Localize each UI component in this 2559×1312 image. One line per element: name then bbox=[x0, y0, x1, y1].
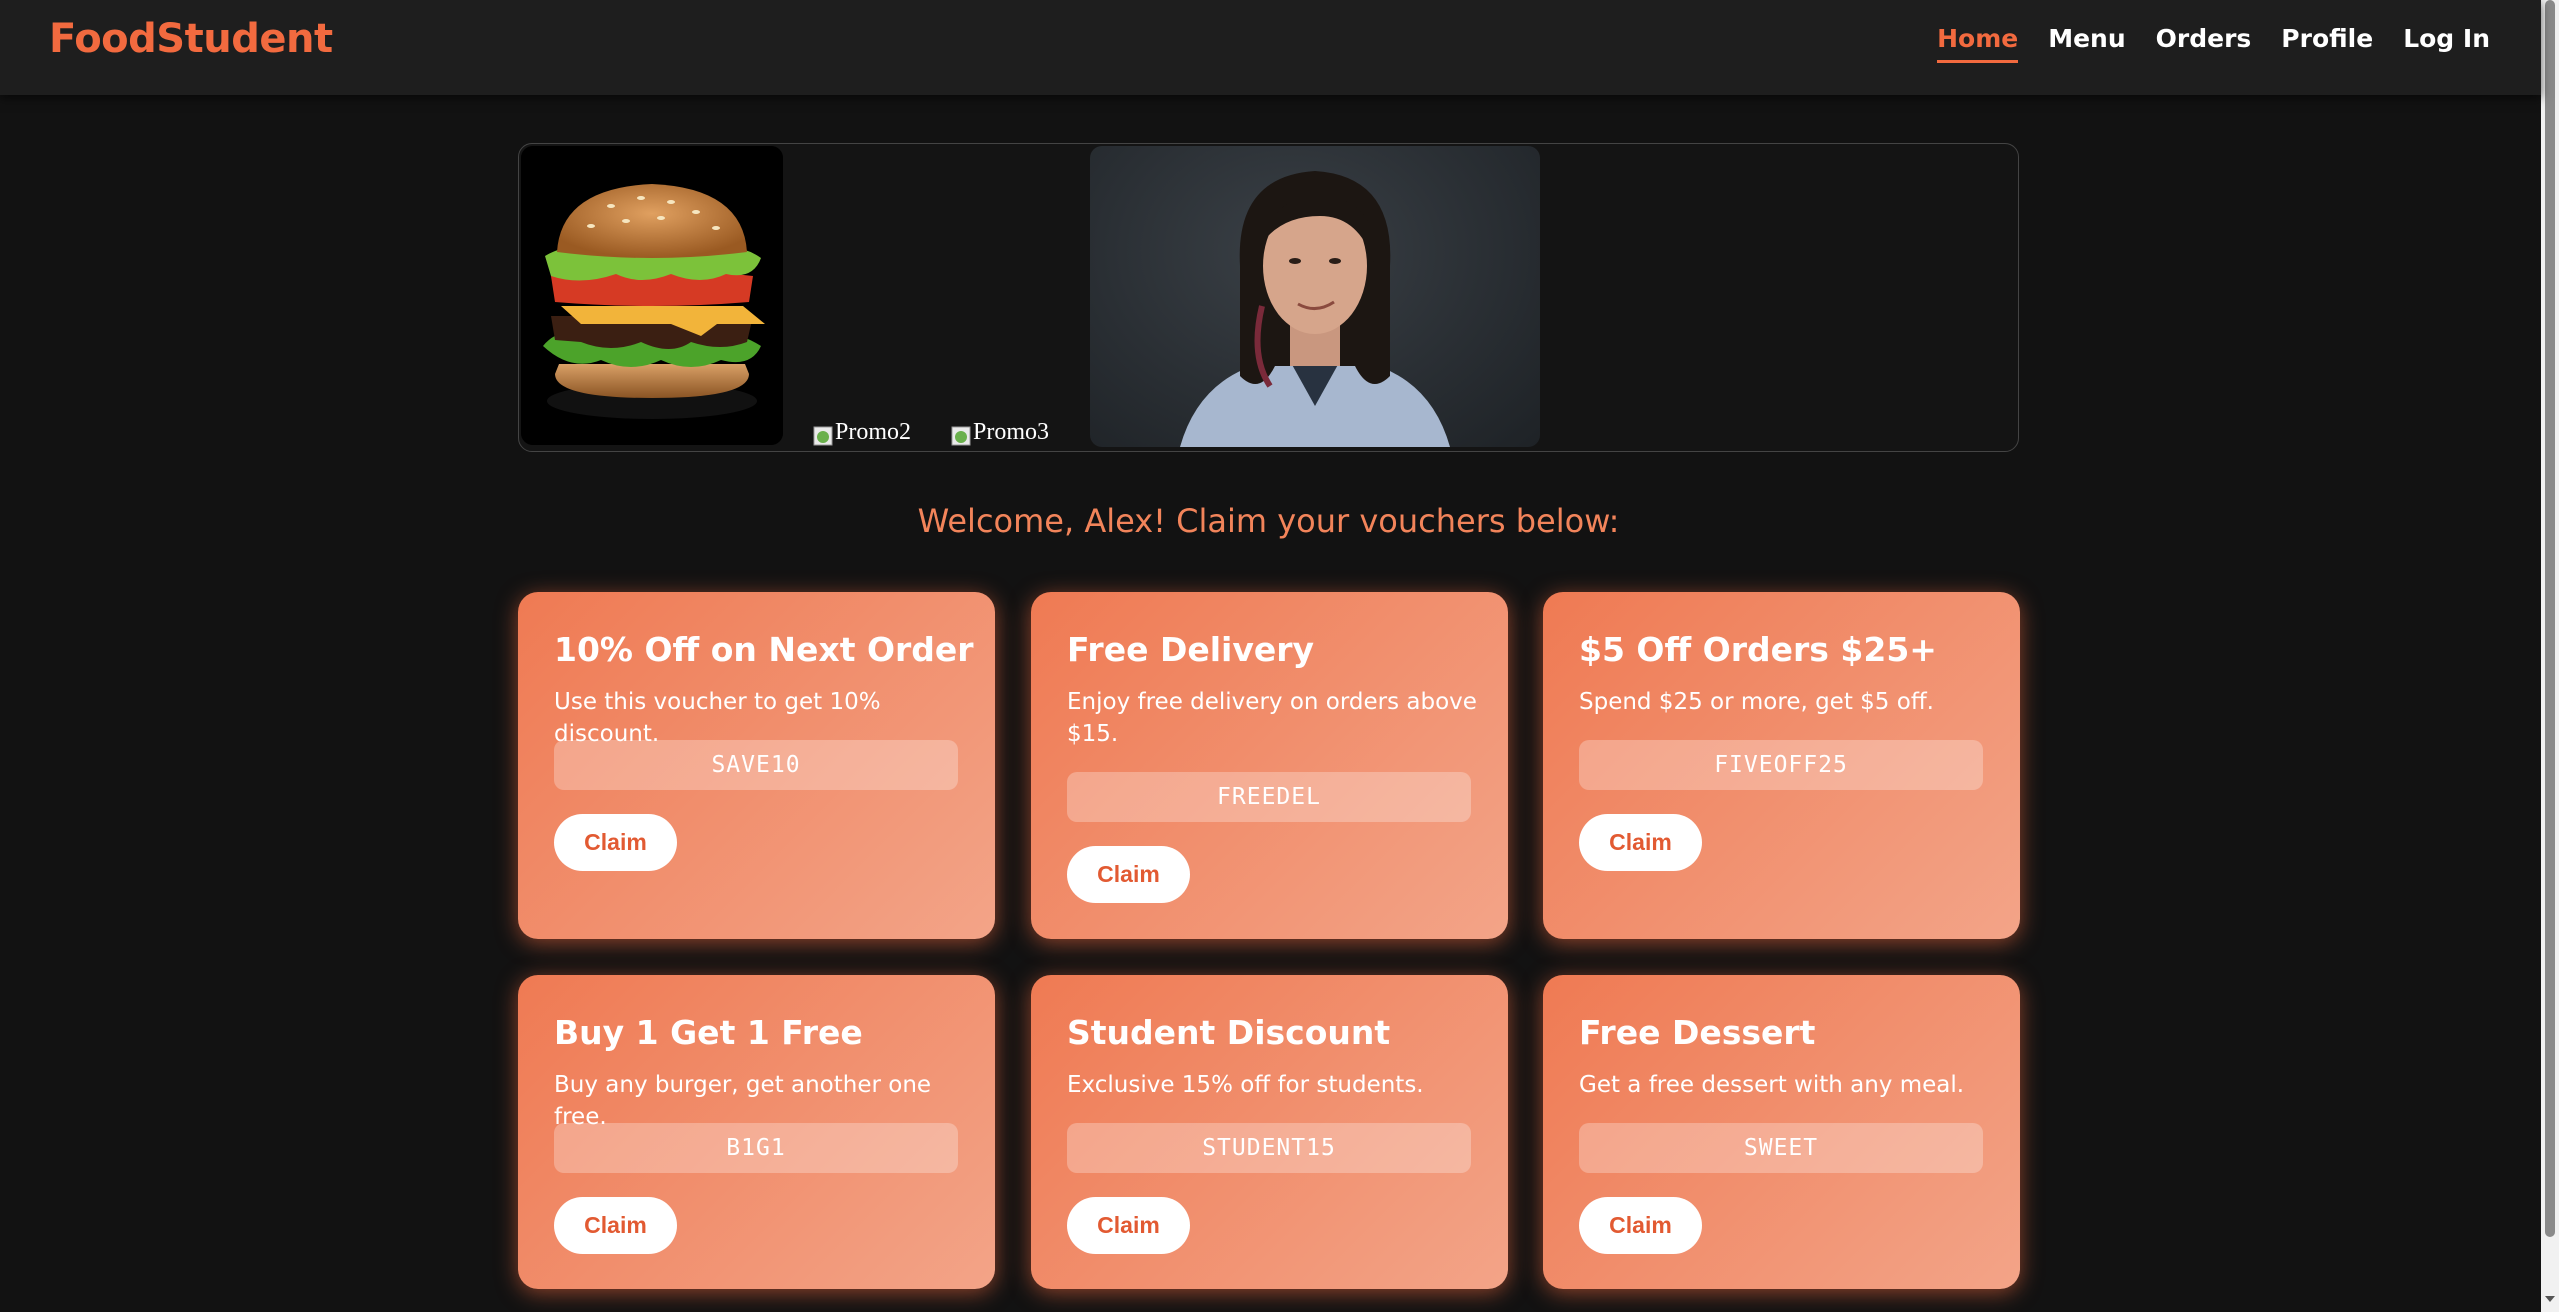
voucher-card: Buy 1 Get 1 Free Buy any burger, get ano… bbox=[518, 975, 995, 1289]
nav-profile[interactable]: Profile bbox=[2281, 24, 2373, 63]
main-nav: Home Menu Orders Profile Log In bbox=[1937, 24, 2490, 63]
scroll-down-arrow-icon[interactable] bbox=[2545, 1296, 2555, 1302]
broken-image-icon bbox=[951, 426, 971, 446]
nav-login[interactable]: Log In bbox=[2403, 24, 2490, 63]
voucher-description: Enjoy free delivery on orders above $15. bbox=[1067, 689, 1477, 747]
scrollbar-thumb[interactable] bbox=[2545, 0, 2555, 1237]
voucher-description: Get a free dessert with any meal. bbox=[1579, 1072, 1965, 1098]
claim-button[interactable]: Claim bbox=[554, 1197, 677, 1254]
voucher-card: Free Dessert Get a free dessert with any… bbox=[1543, 975, 2020, 1289]
voucher-title: Free Delivery bbox=[1067, 630, 1315, 669]
nav-menu[interactable]: Menu bbox=[2048, 24, 2125, 63]
promo-carousel: Promo2 Promo3 bbox=[518, 143, 2019, 452]
voucher-title: Free Dessert bbox=[1579, 1013, 1816, 1052]
promo2-alt-text: Promo2 bbox=[835, 419, 912, 445]
claim-button[interactable]: Claim bbox=[1579, 1197, 1702, 1254]
promo2-image[interactable]: Promo2 bbox=[813, 419, 912, 446]
voucher-card: $5 Off Orders $25+ Spend $25 or more, ge… bbox=[1543, 592, 2020, 939]
claim-button[interactable]: Claim bbox=[554, 814, 677, 871]
voucher-code[interactable]: STUDENT15 bbox=[1067, 1123, 1471, 1173]
promo3-alt-text: Promo3 bbox=[973, 419, 1050, 445]
claim-button[interactable]: Claim bbox=[1067, 846, 1190, 903]
voucher-card: Student Discount Exclusive 15% off for s… bbox=[1031, 975, 1508, 1289]
promo3-image[interactable]: Promo3 bbox=[951, 419, 1050, 446]
voucher-card: Free Delivery Enjoy free delivery on ord… bbox=[1031, 592, 1508, 939]
voucher-title: Student Discount bbox=[1067, 1013, 1391, 1052]
broken-image-icon bbox=[813, 426, 833, 446]
voucher-description: Spend $25 or more, get $5 off. bbox=[1579, 689, 1934, 715]
voucher-code[interactable]: FREEDEL bbox=[1067, 772, 1471, 822]
student-promo-image[interactable] bbox=[1090, 146, 1540, 447]
top-navbar: FoodStudent Home Menu Orders Profile Log… bbox=[0, 0, 2541, 95]
portrait-icon bbox=[1180, 171, 1450, 447]
voucher-code[interactable]: SAVE10 bbox=[554, 740, 958, 790]
claim-button[interactable]: Claim bbox=[1067, 1197, 1190, 1254]
page-scrollbar[interactable] bbox=[2541, 0, 2559, 1312]
nav-home[interactable]: Home bbox=[1937, 24, 2019, 63]
burger-promo-image[interactable] bbox=[521, 146, 783, 445]
nav-orders[interactable]: Orders bbox=[2156, 24, 2252, 63]
voucher-code[interactable]: SWEET bbox=[1579, 1123, 1983, 1173]
claim-button[interactable]: Claim bbox=[1579, 814, 1702, 871]
voucher-description: Exclusive 15% off for students. bbox=[1067, 1072, 1424, 1098]
voucher-card: 10% Off on Next Order Use this voucher t… bbox=[518, 592, 995, 939]
voucher-code[interactable]: FIVEOFF25 bbox=[1579, 740, 1983, 790]
brand-logo[interactable]: FoodStudent bbox=[49, 16, 333, 62]
voucher-title: $5 Off Orders $25+ bbox=[1579, 630, 1937, 669]
voucher-code[interactable]: B1G1 bbox=[554, 1123, 958, 1173]
voucher-title: Buy 1 Get 1 Free bbox=[554, 1013, 863, 1052]
welcome-message: Welcome, Alex! Claim your vouchers below… bbox=[917, 502, 1620, 540]
burger-icon bbox=[521, 146, 783, 445]
voucher-title: 10% Off on Next Order bbox=[554, 630, 974, 669]
